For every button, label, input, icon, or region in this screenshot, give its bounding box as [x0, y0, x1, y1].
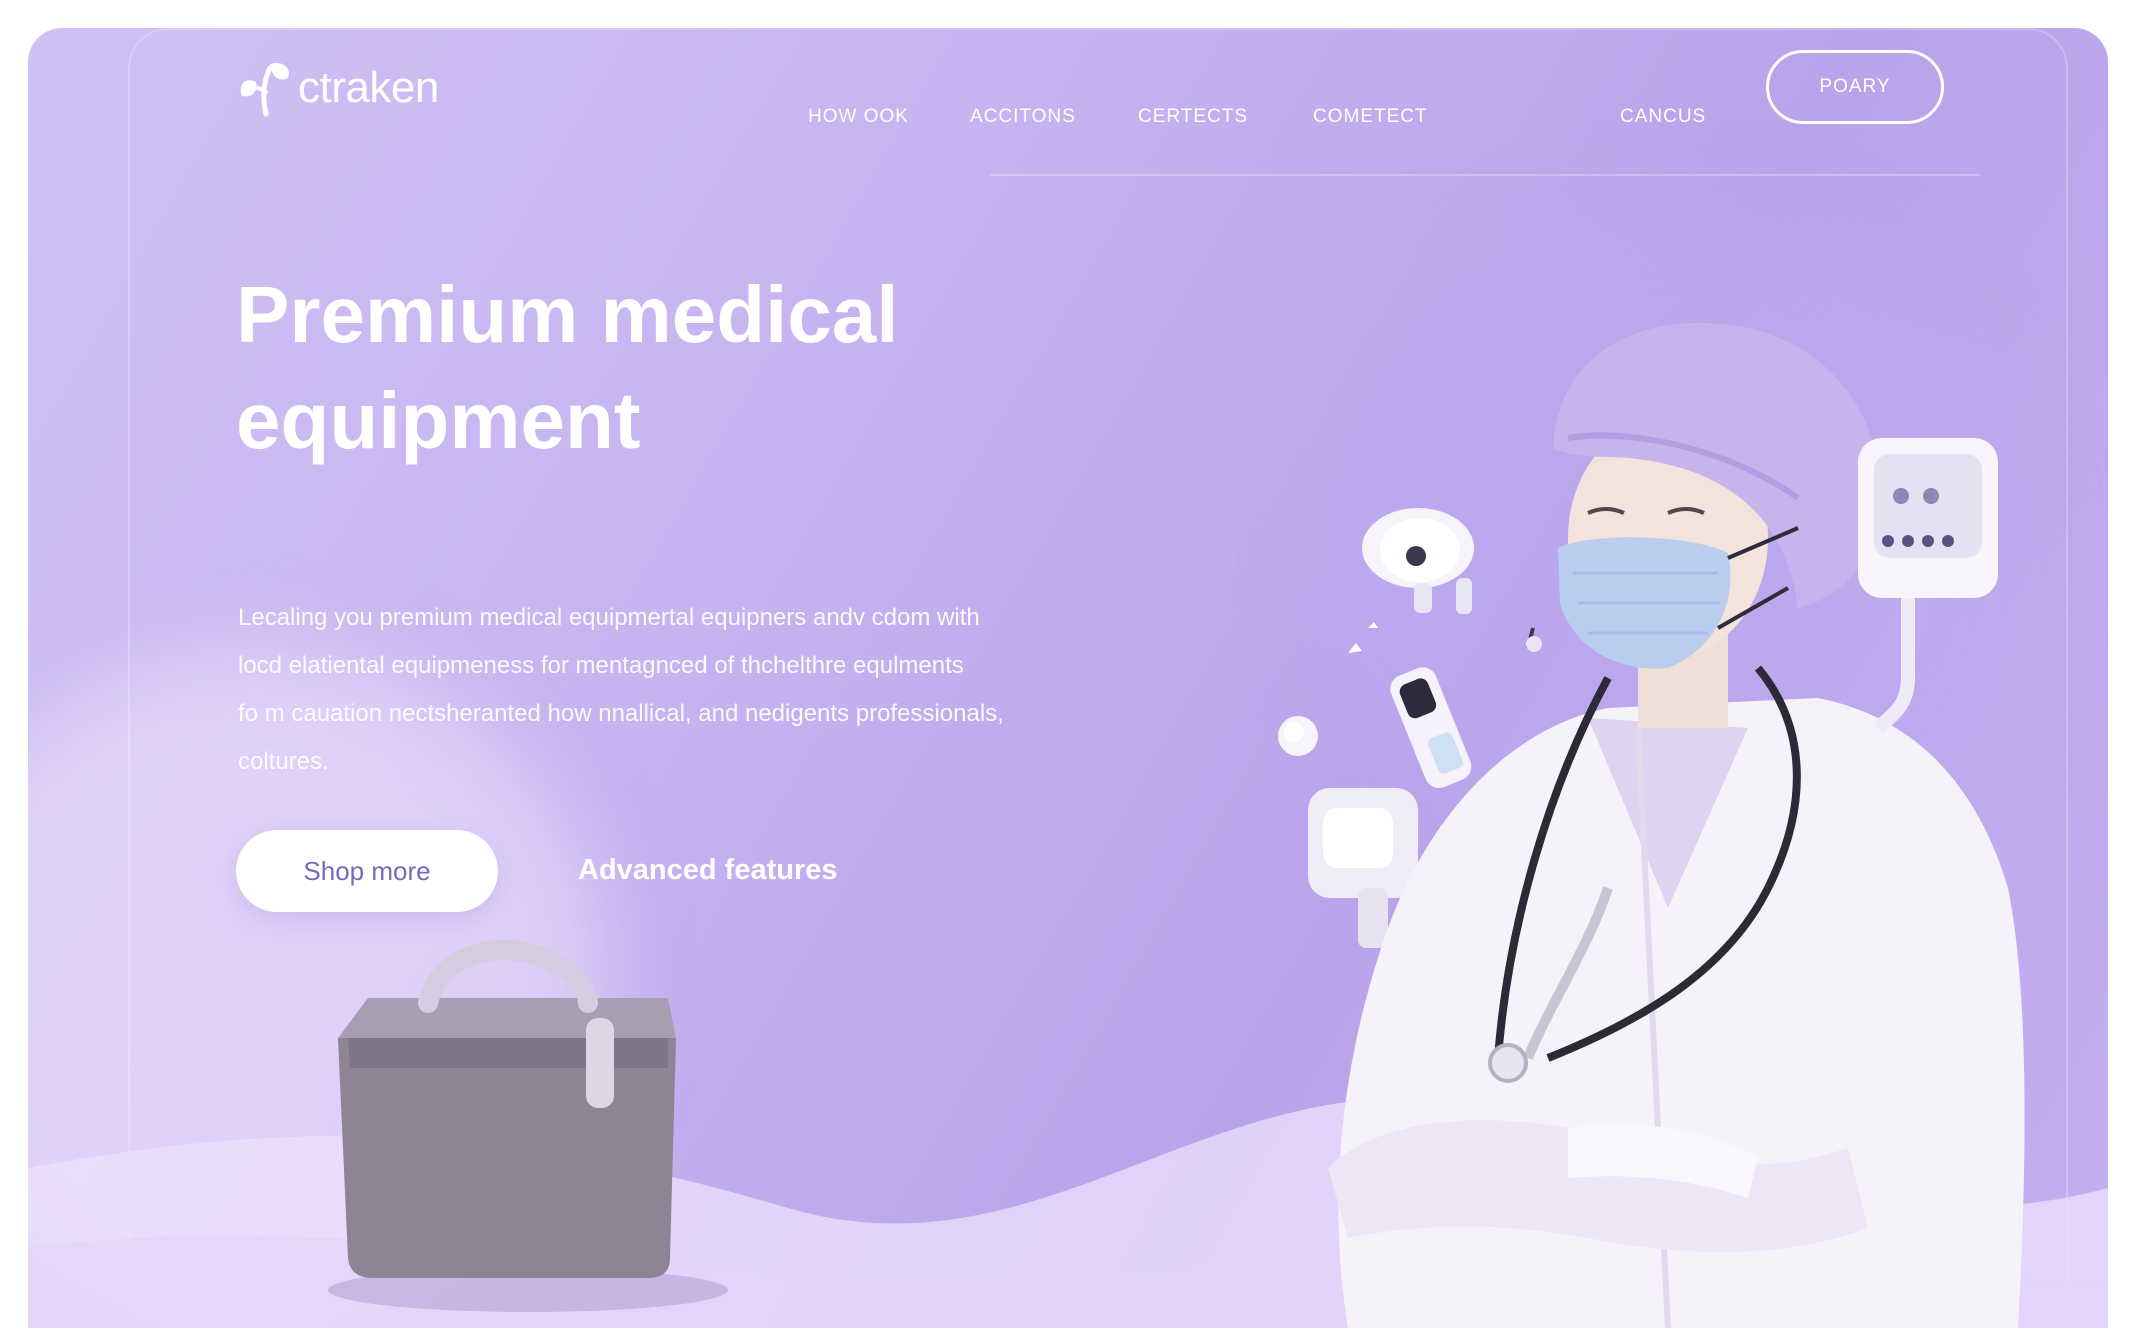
hero-frame: ctraken HOW OOK ACCITONS CERTECTS COMETE… — [28, 28, 2108, 1328]
hero-artwork — [328, 323, 2025, 1328]
doctor-illustration — [1328, 323, 2025, 1328]
medical-case-image — [328, 940, 728, 1312]
scanner-device — [1362, 508, 1474, 614]
phone-device — [1390, 667, 1472, 789]
